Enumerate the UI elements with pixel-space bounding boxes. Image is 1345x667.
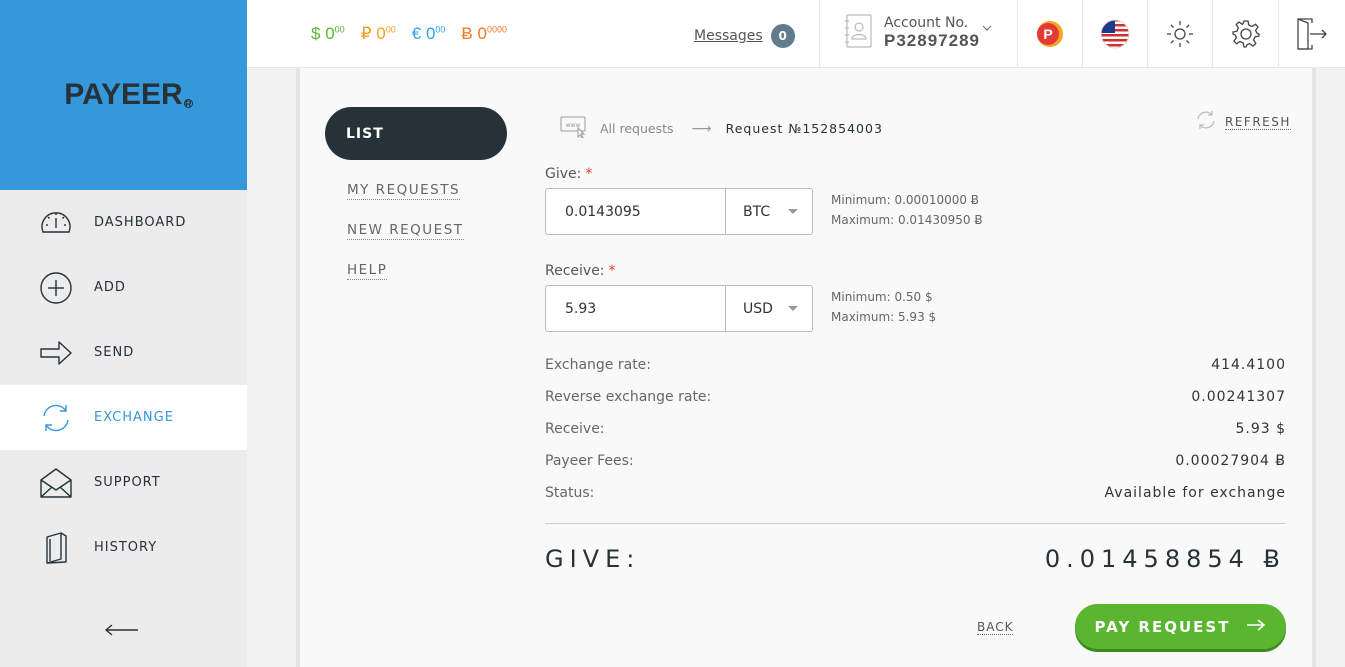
registered-mark: R: [183, 99, 193, 109]
give-amount-input[interactable]: 0.0143095: [546, 189, 726, 234]
arrow-right-icon: ⟶: [691, 120, 712, 137]
breadcrumb-current: Request №152854003: [725, 121, 883, 136]
give-total-value: 0.01458854 Ƀ: [1044, 545, 1286, 573]
sidebar-item-send[interactable]: SEND: [0, 320, 247, 385]
sun-icon[interactable]: [1163, 17, 1197, 51]
plus-circle-icon: [38, 270, 74, 306]
sidebar-item-add[interactable]: ADD: [0, 255, 247, 320]
divider: [545, 523, 1286, 524]
balance-usd[interactable]: $ 000: [311, 24, 345, 44]
logo-area: PAYEER R: [0, 0, 247, 190]
messages[interactable]: Messages 0: [694, 24, 795, 48]
account-label: Account No.: [884, 15, 969, 31]
sidebar-item-label: ADD: [94, 280, 126, 295]
refresh-icon: [1195, 109, 1217, 135]
sidebar-item-label: DASHBOARD: [94, 215, 187, 230]
balance-btc[interactable]: Ƀ 00000: [461, 24, 507, 44]
info-status: Status: Available for exchange: [545, 485, 1286, 501]
chevron-down-icon: [982, 17, 992, 36]
speedometer-icon: [38, 205, 74, 241]
receive-limits: Minimum: 0.50 $ Maximum: 5.93 $: [831, 287, 936, 327]
www-cursor-icon: www: [560, 116, 588, 141]
arrow-left-icon[interactable]: [104, 618, 140, 642]
info-exchange-rate: Exchange rate: 414.4100: [545, 357, 1286, 373]
payeer-logo[interactable]: PAYEER R: [64, 78, 193, 112]
breadcrumb-all-requests[interactable]: All requests: [600, 121, 674, 136]
sidebar-item-exchange[interactable]: EXCHANGE: [0, 385, 247, 450]
give-minimum: Minimum: 0.00010000 Ƀ: [831, 193, 980, 207]
sidebar-item-label: EXCHANGE: [94, 410, 174, 425]
info-reverse-rate: Reverse exchange rate: 0.00241307: [545, 389, 1286, 405]
info-receive: Receive: 5.93 $: [545, 421, 1286, 437]
back-button[interactable]: BACK: [977, 620, 1014, 635]
sidebar: PAYEER R DASHBOARD ADD SEND EXCHANGE SUPP…: [0, 0, 247, 667]
sidebar-item-label: HISTORY: [94, 540, 158, 555]
refresh-button[interactable]: REFRESH: [1195, 109, 1291, 135]
give-input-group: 0.0143095 BTC: [545, 188, 813, 235]
divider: [1017, 0, 1018, 68]
envelope-icon: [38, 465, 74, 501]
arrow-right-icon: [38, 335, 74, 371]
give-total-label: GIVE:: [545, 545, 641, 573]
top-bar: $ 000 ₽ 000 € 000 Ƀ 00000 Messages 0 Acc…: [247, 0, 1345, 68]
arrow-right-icon: [1246, 618, 1266, 636]
sidebar-item-dashboard[interactable]: DASHBOARD: [0, 190, 247, 255]
list-button[interactable]: LIST: [325, 107, 507, 160]
sidebar-item-label: SEND: [94, 345, 135, 360]
receive-input-group: 5.93 USD: [545, 285, 813, 332]
give-maximum: Maximum: 0.01430950 Ƀ: [831, 213, 983, 227]
refresh-label: REFRESH: [1225, 114, 1291, 130]
give-currency-select[interactable]: BTC: [726, 189, 812, 234]
receive-maximum: Maximum: 5.93 $: [831, 310, 937, 324]
svg-text:P: P: [1043, 26, 1052, 42]
pay-request-button[interactable]: PAY REQUEST: [1075, 604, 1286, 649]
give-limits: Minimum: 0.00010000 Ƀ Maximum: 0.0143095…: [831, 190, 983, 230]
us-flag-icon[interactable]: [1098, 17, 1132, 51]
chevron-down-icon: [788, 209, 798, 214]
receive-amount-input[interactable]: 5.93: [546, 286, 726, 331]
account-selector[interactable]: Account No. P32897289: [844, 14, 992, 52]
messages-link[interactable]: Messages: [694, 28, 763, 44]
balances: $ 000 ₽ 000 € 000 Ƀ 00000: [311, 24, 507, 44]
gear-icon[interactable]: [1229, 17, 1263, 51]
divider: [1147, 0, 1148, 68]
divider: [1082, 0, 1083, 68]
divider: [1212, 0, 1213, 68]
logo-text: PAYEER: [64, 78, 183, 111]
sidebar-item-history[interactable]: HISTORY: [0, 515, 247, 580]
divider: [1278, 0, 1279, 68]
messages-count-badge: 0: [770, 24, 795, 48]
refresh-arrows-icon: [38, 400, 74, 436]
account-number: P32897289: [884, 31, 980, 50]
give-total: GIVE: 0.01458854 Ƀ: [545, 545, 1286, 573]
help-link[interactable]: HELP: [347, 262, 388, 280]
payeer-p-icon[interactable]: P: [1033, 17, 1067, 51]
sidebar-item-support[interactable]: SUPPORT: [0, 450, 247, 515]
chevron-down-icon: [788, 306, 798, 311]
receive-label: Receive: *: [545, 263, 616, 279]
logout-icon[interactable]: [1295, 17, 1329, 51]
give-label: Give: *: [545, 166, 593, 182]
address-book-icon: [844, 14, 872, 52]
receive-currency-select[interactable]: USD: [726, 286, 812, 331]
sidebar-item-label: SUPPORT: [94, 475, 161, 490]
info-fees: Payeer Fees: 0.00027904 Ƀ: [545, 453, 1286, 469]
book-icon: [38, 530, 74, 566]
my-requests-link[interactable]: MY REQUESTS: [347, 182, 461, 200]
balance-eur[interactable]: € 000: [412, 24, 446, 44]
balance-rub[interactable]: ₽ 000: [361, 24, 396, 44]
receive-minimum: Minimum: 0.50 $: [831, 290, 933, 304]
new-request-link[interactable]: NEW REQUEST: [347, 222, 464, 240]
divider: [819, 0, 820, 68]
account-info: Account No. P32897289: [884, 15, 980, 51]
breadcrumb: www All requests ⟶ Request №152854003: [560, 116, 883, 141]
